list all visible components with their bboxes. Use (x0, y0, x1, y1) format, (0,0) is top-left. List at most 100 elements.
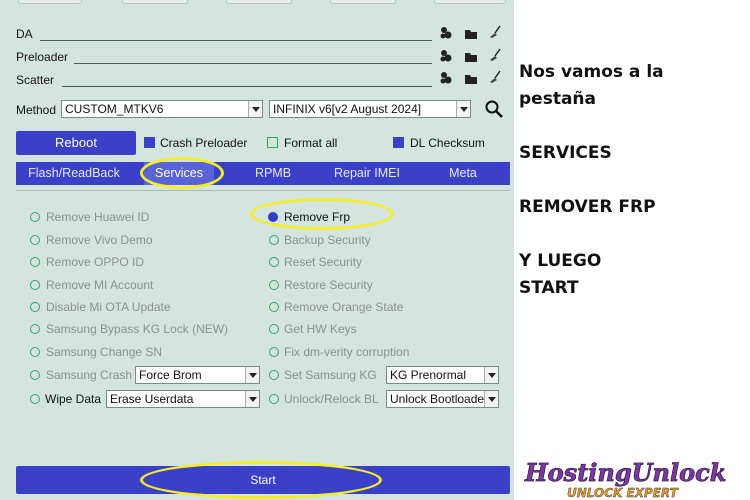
da-label: DA (16, 27, 33, 41)
folder-icon[interactable] (464, 72, 478, 86)
instruction-line: SERVICES (519, 143, 612, 163)
set-samsung-kg-select-value: KG Prenormal (390, 368, 467, 382)
scatter-label: Scatter (16, 73, 55, 87)
crash-preloader-checkbox[interactable] (144, 137, 155, 148)
hostingunlock-logo: HostingUnlock UNLOCK EXPERT (524, 458, 727, 500)
method-label: Method (16, 103, 57, 117)
search-icon[interactable] (484, 99, 504, 119)
broom-icon[interactable] (488, 48, 502, 62)
tab-repair-imei[interactable]: Repair IMEI (322, 162, 412, 185)
chevron-down-icon (248, 101, 262, 117)
tool-window: DA Preloader Scatter Method CUSTOM_MTKV6… (0, 0, 514, 500)
chip-icon[interactable] (439, 26, 453, 40)
radio-remove-huawei-id[interactable] (30, 212, 40, 222)
folder-icon[interactable] (464, 27, 478, 41)
chevron-down-icon (456, 101, 470, 117)
method-select-value: CUSTOM_MTKV6 (65, 102, 164, 116)
device-select[interactable]: INFINIX v6[v2 August 2024] (269, 100, 471, 118)
option-label: Remove MI Account (46, 278, 154, 292)
radio-reset-security[interactable] (269, 257, 279, 267)
instruction-line: Nos vamos a la (519, 62, 664, 82)
tab-rpmb[interactable]: RPMB (238, 162, 308, 185)
radio-remove-orange-state[interactable] (269, 302, 279, 312)
highlight-ring-remove-frp (250, 198, 394, 230)
chip-icon[interactable] (439, 71, 453, 85)
broom-icon[interactable] (488, 25, 502, 39)
wipe-data-select[interactable]: Erase Userdata (106, 390, 260, 408)
highlight-ring-services (140, 157, 224, 189)
top-button-1[interactable] (18, 0, 82, 4)
option-label: Remove Orange State (284, 300, 404, 314)
radio-samsung-bypass-kg[interactable] (30, 324, 40, 334)
top-button-3[interactable] (226, 0, 292, 4)
option-label: Wipe Data (45, 392, 102, 406)
option-label: Remove Vivo Demo (46, 233, 153, 247)
radio-remove-vivo-demo[interactable] (30, 235, 40, 245)
instruction-line: Y LUEGO (519, 251, 602, 271)
tab-bar: Flash/ReadBack Services RPMB Repair IMEI… (16, 162, 510, 185)
device-select-value: INFINIX v6[v2 August 2024] (273, 102, 422, 116)
tab-meta[interactable]: Meta (428, 162, 498, 185)
chevron-down-icon (245, 391, 259, 407)
option-label: Disable Mi OTA Update (46, 300, 171, 314)
format-all-label: Format all (284, 136, 338, 150)
dl-checksum-checkbox[interactable] (393, 137, 404, 148)
wipe-data-select-value: Erase Userdata (110, 392, 194, 406)
unlock-relock-select[interactable]: Unlock Bootloade (386, 390, 499, 408)
radio-backup-security[interactable] (269, 235, 279, 245)
option-label: Fix dm-verity corruption (284, 345, 410, 359)
instruction-line: pestaña (519, 89, 596, 109)
option-label: Remove OPPO ID (46, 255, 145, 269)
logo-main-text: HostingUnlock (524, 458, 726, 487)
da-path-field[interactable] (40, 40, 432, 41)
chevron-down-icon (245, 367, 259, 383)
divider (16, 190, 510, 191)
logo-sub-text: UNLOCK EXPERT (567, 486, 679, 500)
top-button-4[interactable] (330, 0, 396, 4)
highlight-ring-start (140, 461, 382, 499)
option-label: Unlock/Relock BL (284, 392, 379, 406)
chevron-down-icon (484, 367, 498, 383)
radio-get-hw-keys[interactable] (269, 324, 279, 334)
option-label: Remove Huawei ID (46, 210, 150, 224)
option-label: Restore Security (284, 278, 373, 292)
reboot-button[interactable]: Reboot (16, 131, 136, 155)
top-button-5[interactable] (434, 0, 506, 4)
radio-unlock-relock-bl[interactable] (269, 394, 279, 404)
radio-disable-mi-ota[interactable] (30, 302, 40, 312)
option-label: Get HW Keys (284, 322, 357, 336)
instruction-line: REMOVER FRP (519, 197, 656, 217)
method-select[interactable]: CUSTOM_MTKV6 (61, 100, 263, 118)
radio-samsung-crash[interactable] (30, 370, 40, 380)
set-samsung-kg-select[interactable]: KG Prenormal (386, 366, 499, 384)
scatter-path-field[interactable] (62, 86, 432, 87)
preloader-path-field[interactable] (74, 63, 432, 64)
samsung-crash-select-value: Force Brom (139, 368, 202, 382)
option-label: Reset Security (284, 255, 363, 269)
radio-samsung-change-sn[interactable] (30, 347, 40, 357)
option-label: Set Samsung KG (284, 368, 377, 382)
tab-flash-readback[interactable]: Flash/ReadBack (16, 162, 132, 185)
folder-icon[interactable] (464, 50, 478, 64)
broom-icon[interactable] (488, 70, 502, 84)
unlock-relock-select-value: Unlock Bootloade (390, 392, 485, 406)
chevron-down-icon (484, 391, 498, 407)
radio-set-samsung-kg[interactable] (269, 370, 279, 380)
option-label: Backup Security (284, 233, 371, 247)
format-all-checkbox[interactable] (267, 137, 278, 148)
preloader-label: Preloader (16, 50, 69, 64)
samsung-crash-select[interactable]: Force Brom (135, 366, 260, 384)
top-button-2[interactable] (122, 0, 188, 4)
radio-fix-dm-verity[interactable] (269, 347, 279, 357)
instruction-line: START (519, 278, 579, 298)
radio-wipe-data[interactable] (30, 394, 40, 404)
option-label: Samsung Bypass KG Lock (NEW) (46, 322, 229, 336)
radio-restore-security[interactable] (269, 280, 279, 290)
dl-checksum-label: DL Checksum (410, 136, 485, 150)
radio-remove-oppo-id[interactable] (30, 257, 40, 267)
crash-preloader-label: Crash Preloader (160, 136, 248, 150)
radio-remove-mi-account[interactable] (30, 280, 40, 290)
option-label: Samsung Change SN (46, 345, 163, 359)
option-label: Samsung Crash (46, 368, 133, 382)
chip-icon[interactable] (439, 49, 453, 63)
